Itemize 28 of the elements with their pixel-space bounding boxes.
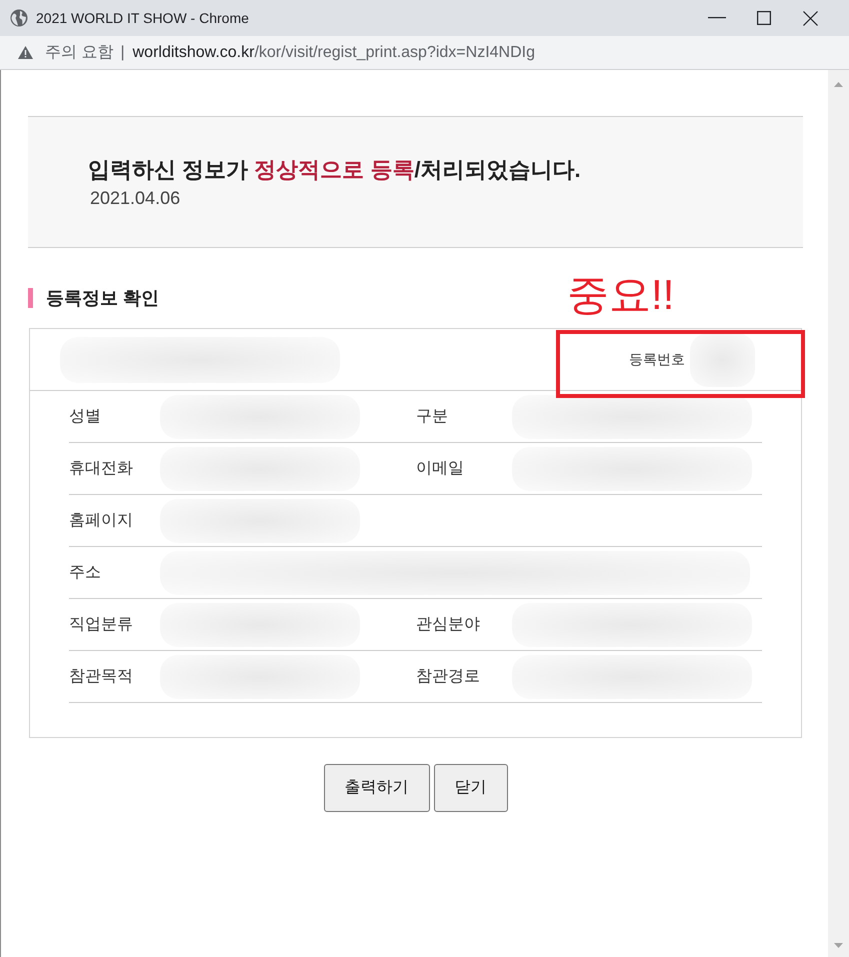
blurred-value: [690, 332, 755, 386]
window-title: 2021 WORLD IT SHOW - Chrome: [36, 8, 249, 28]
globe-icon: [10, 9, 28, 27]
field-label: 관심분야: [416, 614, 480, 634]
maximize-icon[interactable]: [756, 11, 770, 25]
security-label[interactable]: 주의 요함: [45, 40, 114, 64]
notice-date: 2021.04.06: [90, 187, 182, 210]
field-label: 휴대전화: [69, 458, 133, 478]
field-label: 참관목적: [69, 666, 133, 686]
field-label: 구분: [416, 406, 448, 426]
annotation-text: 중요!!: [567, 274, 674, 316]
close-icon[interactable]: [803, 10, 818, 26]
warning-icon[interactable]: [18, 46, 33, 59]
close-button[interactable]: 닫기: [434, 764, 508, 812]
field-label: 참관경로: [416, 666, 480, 686]
field-label: 이메일: [416, 458, 464, 478]
notice-message: 입력하신 정보가 정상적으로 등록/처리되었습니다.: [88, 156, 582, 184]
field-label: 주소: [69, 562, 101, 582]
print-button[interactable]: 출력하기: [324, 764, 430, 812]
field-label: 홈페이지: [69, 510, 133, 530]
url-text[interactable]: worlditshow.co.kr/kor/visit/regist_print.asp?idx=NzI4NDIg: [132, 40, 535, 64]
section-title: 등록정보 확인: [46, 288, 160, 308]
field-label: 성별: [69, 406, 101, 426]
field-label: 직업분류: [69, 614, 133, 634]
separator: |: [120, 42, 125, 62]
heading-bar-icon: [28, 288, 33, 308]
registration-number-label: 등록번호: [629, 350, 685, 369]
minimize-icon[interactable]: [708, 17, 726, 19]
